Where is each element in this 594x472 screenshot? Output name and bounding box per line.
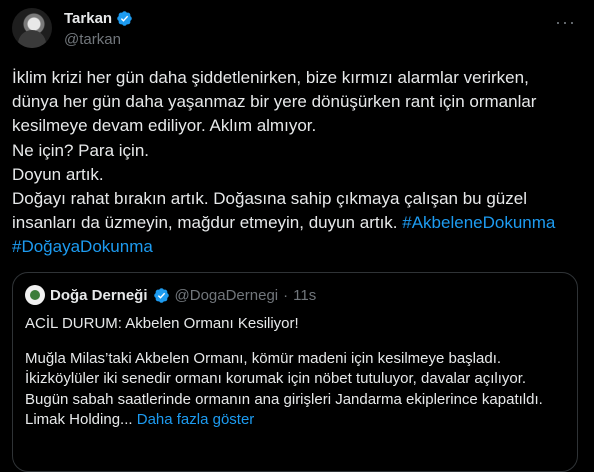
show-more-link[interactable]: Daha fazla göster bbox=[137, 411, 255, 428]
verified-badge-icon bbox=[153, 287, 169, 303]
quoted-body-truncated: Limak Holding... bbox=[25, 411, 133, 429]
more-icon[interactable]: ··· bbox=[555, 12, 576, 33]
quoted-body-last-line: Limak Holding... Daha fazla göster bbox=[25, 410, 570, 430]
quoted-tweet-body: Muğla Milas’taki Akbelen Ormanı, kömür m… bbox=[25, 349, 570, 431]
hashtag-link[interactable]: #AkbeleneDokunma bbox=[402, 213, 555, 232]
quoted-author-name[interactable]: Doğa Derneği bbox=[50, 287, 148, 304]
tweet-line: Doğayı rahat bırakın artık. Doğasına sah… bbox=[12, 189, 527, 209]
author-handle[interactable]: @tarkan bbox=[64, 31, 121, 48]
verified-badge-icon[interactable] bbox=[116, 10, 133, 27]
tweet-text: İklim krizi her gün daha şiddetlenirken,… bbox=[12, 66, 578, 260]
tweet-line: Ne için? Para için. bbox=[12, 140, 150, 160]
quoted-body-line: İkizköylüler iki senedir ormanı korumak … bbox=[25, 370, 527, 388]
quoted-timestamp[interactable]: 11s bbox=[293, 287, 316, 304]
tweet-line: İklim krizi her gün daha şiddetlenirken,… bbox=[12, 68, 529, 87]
quoted-body-line: Muğla Milas’taki Akbelen Ormanı, kömür m… bbox=[25, 350, 502, 367]
tweet-line-text: insanları da üzmeyin, mağdur etmeyin, du… bbox=[12, 213, 398, 233]
quoted-body-line: Bugün sabah saatlerinde ormanın ana giri… bbox=[25, 390, 543, 408]
tweet-line-hashtag: #DoğayaDokunma bbox=[12, 235, 578, 259]
tweet-line: Doyun artık. bbox=[12, 164, 104, 184]
author-name-row: Tarkan bbox=[64, 10, 133, 27]
tweet-line: kesilmeye devam ediliyor. Aklım almıyor. bbox=[12, 116, 317, 136]
quoted-tweet-header: Doğa Derneği @DogaDernegi · 11s bbox=[25, 285, 316, 305]
author-avatar[interactable] bbox=[12, 8, 52, 48]
quoted-author-avatar[interactable] bbox=[25, 285, 45, 305]
author-display-name[interactable]: Tarkan bbox=[64, 10, 112, 27]
quoted-tweet-title: ACİL DURUM: Akbelen Ormanı Kesiliyor! bbox=[25, 315, 299, 332]
tweet-header: Tarkan @tarkan ··· bbox=[12, 8, 582, 56]
quoted-author-handle[interactable]: @DogaDernegi bbox=[175, 287, 279, 304]
quoted-tweet-card[interactable]: Doğa Derneği @DogaDernegi · 11s ACİL DUR… bbox=[12, 272, 578, 472]
separator-dot: · bbox=[283, 286, 289, 304]
hashtag-link[interactable]: #DoğayaDokunma bbox=[12, 237, 153, 256]
tweet-line-with-hashtag: insanları da üzmeyin, mağdur etmeyin, du… bbox=[12, 211, 578, 235]
tweet-line: dünya her gün daha yaşanmaz bir yere dön… bbox=[12, 92, 537, 112]
